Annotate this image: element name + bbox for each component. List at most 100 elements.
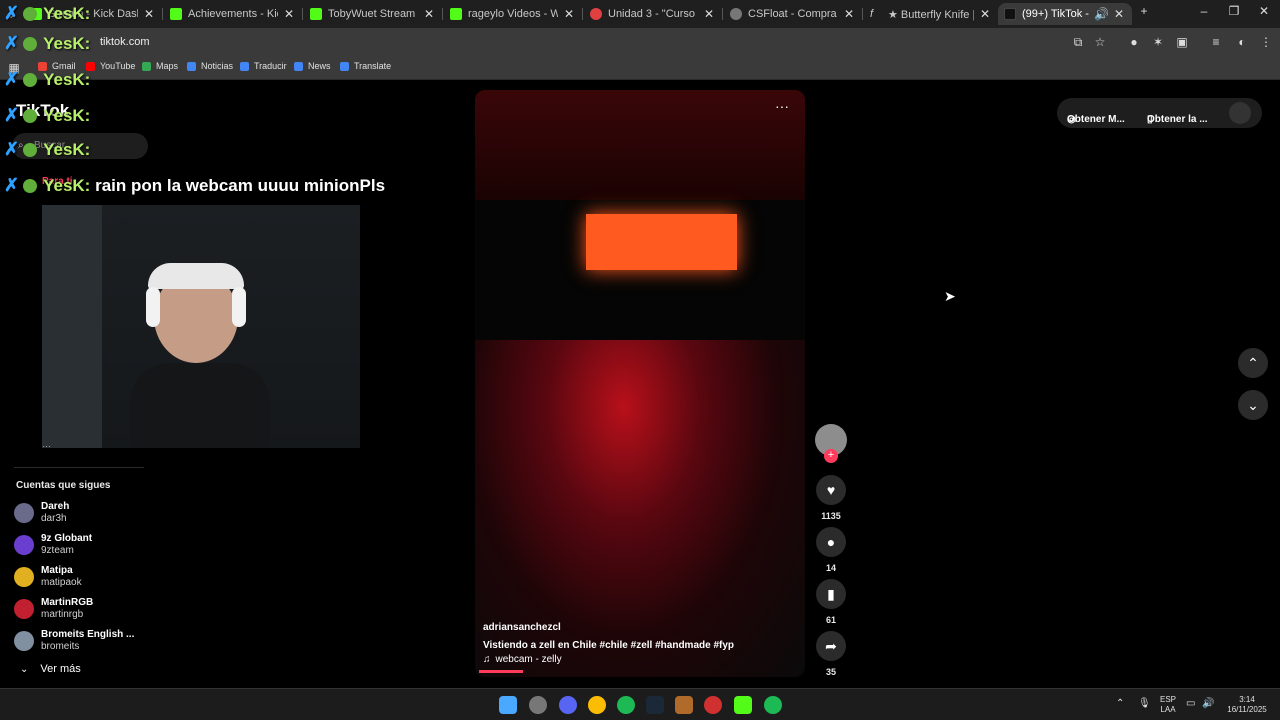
close-icon[interactable]: ✕ <box>978 7 992 21</box>
close-icon[interactable]: ✕ <box>702 7 716 21</box>
follow-plus-icon[interactable]: + <box>824 449 838 463</box>
tab-tiktok[interactable]: (99+) TikTok - Make Yo 🔊 ✕ <box>998 3 1132 25</box>
tab-strip: ⌄ Stream - Kick Dashboard ✕ Achievements… <box>0 0 1280 28</box>
close-icon[interactable]: ✕ <box>842 7 856 21</box>
maximize-button[interactable]: ❐ <box>1224 4 1244 18</box>
tab-separator <box>302 8 303 20</box>
video-author[interactable]: adriansanchezcl <box>483 622 561 633</box>
close-icon[interactable]: ✕ <box>282 7 296 21</box>
extension-avatar-icon[interactable]: ● <box>1126 34 1142 50</box>
browser-opera-icon[interactable] <box>704 696 722 714</box>
bookmark-news[interactable]: News <box>294 61 331 71</box>
tab-unidad3[interactable]: Unidad 3 - "Curso 1: Selec ✕ <box>584 3 722 25</box>
tab-achievements[interactable]: Achievements - Kick Dashb ✕ <box>164 3 302 25</box>
headphone-icon <box>146 287 160 327</box>
pepe-emote-icon <box>23 36 38 51</box>
previous-video-button[interactable]: ⌃ <box>1238 348 1268 378</box>
kick-taskbar-icon[interactable] <box>734 696 752 714</box>
see-more-button[interactable]: ⌄ Ver más <box>20 663 81 675</box>
volume-icon[interactable]: 🔊 <box>1202 699 1214 709</box>
pepe-emote-icon <box>23 178 38 193</box>
install-app-icon[interactable]: ⧉ <box>1070 34 1086 50</box>
media-control-icon[interactable]: ≡ <box>1208 34 1224 50</box>
chat-message: ✗ YesK: <box>4 105 91 125</box>
start-icon[interactable] <box>499 696 517 714</box>
pencil-x-icon: ✗ <box>4 175 20 195</box>
address-bar[interactable]: tiktok.com <box>96 31 1114 53</box>
close-icon[interactable]: ✕ <box>1112 7 1126 21</box>
headphone-icon <box>232 287 246 327</box>
comment-count: 14 <box>825 563 836 573</box>
menu-kebab-icon[interactable]: ⋮ <box>1258 34 1274 50</box>
share-arrow-icon[interactable]: ➦ <box>816 631 846 661</box>
chat-message: ✗ YesK: <box>4 69 91 89</box>
bookmark-noticias[interactable]: Noticias <box>187 61 233 71</box>
spotify-icon[interactable] <box>617 696 635 714</box>
video-caption: Vistiendo a zell en Chile #chile #zell #… <box>483 640 735 651</box>
tab-separator <box>582 8 583 20</box>
comment-icon[interactable]: ● <box>816 527 846 557</box>
video-more-icon[interactable]: ··· <box>775 98 789 114</box>
chat-message: ✗ YesK: <box>4 139 91 159</box>
tab-tobywuet[interactable]: TobyWuet Stream - Watch ✕ <box>304 3 442 25</box>
bookmark-youtube[interactable]: YouTube <box>86 61 135 71</box>
spotify-taskbar-icon[interactable] <box>764 696 782 714</box>
pepe-emote-icon <box>23 72 38 87</box>
pencil-x-icon: ✗ <box>4 33 20 53</box>
clock[interactable]: 3:14 16/11/2025 <box>1222 695 1272 715</box>
video-music[interactable]: ♫ webcam - zelly <box>483 654 562 665</box>
share-count: 35 <box>825 667 836 677</box>
avatar <box>14 503 34 523</box>
bookmark-traducir[interactable]: Traducir <box>240 61 287 71</box>
bookmark-maps[interactable]: Maps <box>142 61 178 71</box>
avatar <box>14 599 34 619</box>
tab-csfloat[interactable]: CSFloat - Compra y vende ✕ <box>724 3 862 25</box>
profile-avatar[interactable] <box>1229 102 1251 124</box>
script-f-icon: f <box>870 8 874 20</box>
translate-extension-icon[interactable]: ✶ <box>1150 34 1166 50</box>
close-icon[interactable]: ✕ <box>422 7 436 21</box>
save-count: 61 <box>825 615 836 625</box>
news-icon <box>187 61 196 71</box>
window-close-button[interactable]: ✕ <box>1254 4 1274 18</box>
profile-avatar-icon[interactable]: ◐ <box>1234 34 1250 50</box>
bookmark-star-icon[interactable]: ☆ <box>1092 34 1108 50</box>
following-account[interactable]: Bromeits English ... bromeits <box>14 629 134 653</box>
tiktok-icon <box>1004 8 1016 20</box>
tab-butterfly-knife[interactable]: f ★ Butterfly Knife | Dopple ✕ <box>864 3 998 25</box>
tab-separator <box>722 8 723 20</box>
language-indicator[interactable]: ESP LAA <box>1158 695 1178 715</box>
close-icon[interactable]: ✕ <box>142 7 156 21</box>
following-account[interactable]: MartinRGB martinrgb <box>14 597 93 621</box>
following-account[interactable]: 9z Globant 9zteam <box>14 533 92 557</box>
extensions-puzzle-icon[interactable]: ▣ <box>1174 34 1190 50</box>
search-taskbar-icon[interactable] <box>529 696 547 714</box>
discord-icon[interactable] <box>559 696 577 714</box>
speaker-icon[interactable]: 🔊 <box>1094 7 1109 21</box>
following-account[interactable]: Dareh dar3h <box>14 501 69 525</box>
game-launcher-icon[interactable] <box>675 696 693 714</box>
chrome-icon[interactable] <box>588 696 606 714</box>
microphone-icon[interactable]: 🎙 <box>1138 699 1151 709</box>
bookmark-icon[interactable]: ▮ <box>816 579 846 609</box>
following-account[interactable]: Matipa matipaok <box>14 565 82 589</box>
steam-icon[interactable] <box>646 696 664 714</box>
tab-rageylo[interactable]: rageylo Videos - Watch C ✕ <box>444 3 582 25</box>
minimize-button[interactable]: – <box>1194 4 1214 18</box>
tiktok-page: TikTok Buscar ⌕ Para ti ✗ YesK: ✗ YesK: ✗ Y… <box>0 3 1280 688</box>
kick-icon <box>170 8 182 20</box>
network-icon[interactable]: ▭ <box>1186 699 1195 709</box>
pencil-x-icon: ✗ <box>4 69 20 89</box>
bookmark-translate[interactable]: Translate <box>340 61 391 71</box>
next-video-button[interactable]: ⌄ <box>1238 390 1268 420</box>
video-player[interactable]: ··· <box>475 90 805 677</box>
music-note-icon: ♫ <box>483 654 491 665</box>
browser-toolbar: tiktok.com ⧉ ☆ ● ✶ ▣ ≡ ◐ ⋮ <box>0 28 1280 56</box>
new-tab-button[interactable]: + <box>1134 4 1154 18</box>
like-heart-icon[interactable]: ♥ <box>816 475 846 505</box>
close-icon[interactable]: ✕ <box>562 7 576 21</box>
like-count: 1135 <box>821 511 841 521</box>
video-progress[interactable] <box>479 670 523 673</box>
chat-message: ✗ YesK: <box>4 33 91 53</box>
tray-chevron-icon[interactable]: ⌃ <box>1116 699 1124 709</box>
